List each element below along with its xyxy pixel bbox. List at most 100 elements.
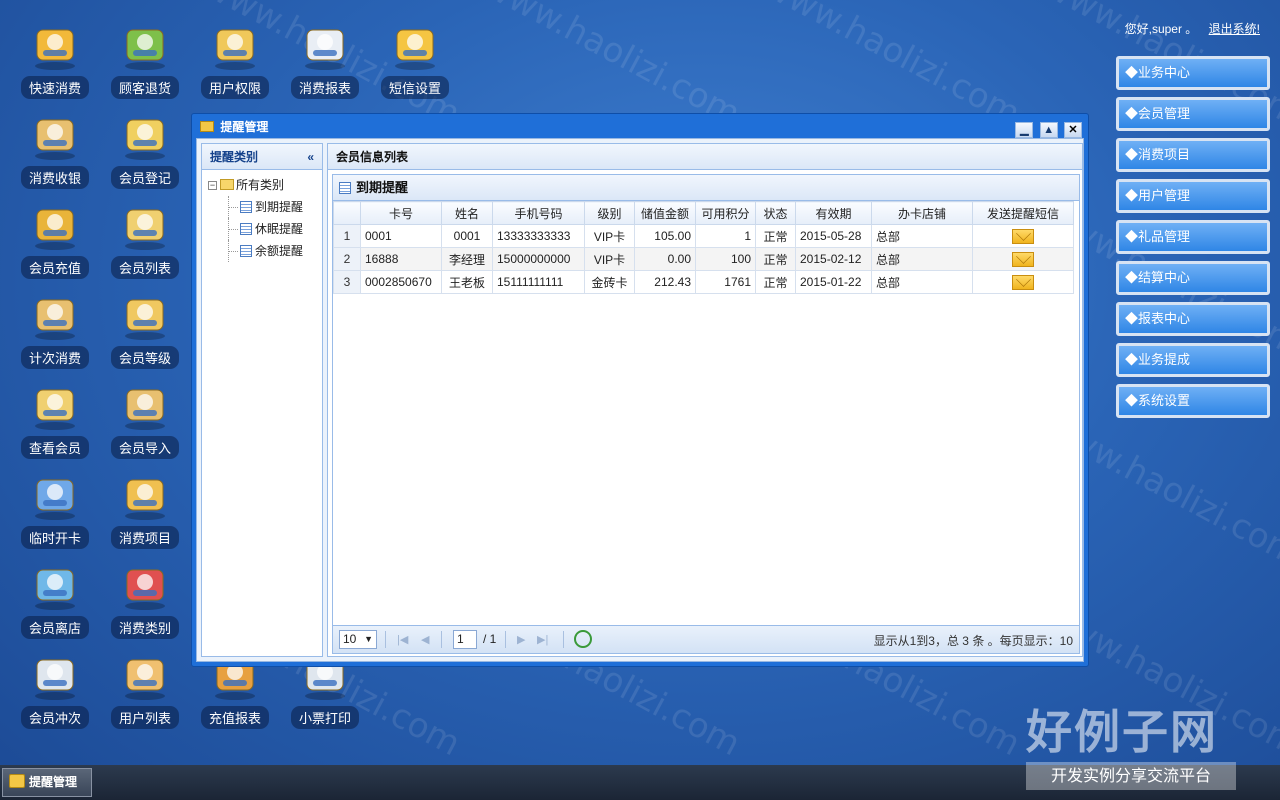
window-titlebar[interactable]: 提醒管理 ▁ ▲ ✕ xyxy=(196,116,1084,138)
cell-status: 正常 xyxy=(755,224,796,248)
maximize-button[interactable]: ▲ xyxy=(1039,122,1058,138)
col-expiry[interactable]: 有效期 xyxy=(795,201,872,225)
minimize-button[interactable]: ▁ xyxy=(1015,122,1034,138)
category-tree: − 所有类别 到期提醒 休眠提醒 余额提醒 xyxy=(202,170,322,266)
cell-expiry: 2015-02-12 xyxy=(795,247,872,271)
view-member-icon xyxy=(27,380,83,432)
row-number: 2 xyxy=(333,247,361,271)
desktop-icon-label: 计次消费 xyxy=(20,346,89,369)
desktop-icon-18[interactable]: 会员冲次 xyxy=(18,650,92,734)
desktop-icon-9[interactable]: 会员列表 xyxy=(108,200,182,284)
basket-icon xyxy=(117,470,173,522)
prev-page-icon[interactable]: ◀ xyxy=(421,633,429,646)
cell-card: 16888 xyxy=(360,247,442,271)
collapse-icon[interactable]: « xyxy=(307,144,314,170)
tree-item-label: 余额提醒 xyxy=(255,244,304,258)
menu-gift-management[interactable]: ◆礼品管理 xyxy=(1116,220,1270,254)
envelope-icon[interactable] xyxy=(1012,274,1034,290)
desktop-icon-13[interactable]: 会员导入 xyxy=(108,380,182,464)
table-row[interactable]: 1 0001 0001 13333333333 VIP卡 105.00 1 正常… xyxy=(333,224,1074,248)
desktop-icon-8[interactable]: 会员充值 xyxy=(18,200,92,284)
cell-send-sms xyxy=(972,270,1074,294)
menu-user-management[interactable]: ◆用户管理 xyxy=(1116,179,1270,213)
menu-system-settings[interactable]: ◆系统设置 xyxy=(1116,384,1270,418)
desktop-icon-15[interactable]: 消费项目 xyxy=(108,470,182,554)
col-send-sms[interactable]: 发送提醒短信 xyxy=(972,201,1074,225)
folder-icon xyxy=(220,179,234,190)
desktop-icon-4[interactable]: 消费报表 xyxy=(288,20,362,104)
col-status[interactable]: 状态 xyxy=(755,201,796,225)
desktop-icon-6[interactable]: 消费收银 xyxy=(18,110,92,194)
col-balance[interactable]: 储值金额 xyxy=(634,201,696,225)
tree-collapse-icon[interactable]: − xyxy=(208,181,217,190)
desktop-icon-17[interactable]: 消费类别 xyxy=(108,560,182,644)
refresh-icon[interactable] xyxy=(574,630,592,648)
desktop-icon-19[interactable]: 用户列表 xyxy=(108,650,182,734)
col-store[interactable]: 办卡店铺 xyxy=(871,201,973,225)
desktop-icon-2[interactable]: 顾客退货 xyxy=(108,20,182,104)
page-size-select[interactable]: 10 ▼ xyxy=(339,630,377,649)
cell-store: 总部 xyxy=(871,247,973,271)
grid-title: 到期提醒 xyxy=(356,180,409,195)
category-panel-header: 提醒类别 « xyxy=(202,144,322,170)
cell-card: 0001 xyxy=(360,224,442,248)
col-level[interactable]: 级别 xyxy=(584,201,635,225)
desktop-icon-5[interactable]: 短信设置 xyxy=(378,20,452,104)
table-row[interactable]: 2 16888 李经理 15000000000 VIP卡 0.00 100 正常… xyxy=(333,247,1074,271)
cell-expiry: 2015-05-28 xyxy=(795,224,872,248)
desktop-icon-11[interactable]: 会员等级 xyxy=(108,290,182,374)
desktop-icon-label: 顾客退货 xyxy=(110,76,179,99)
grid-doc-icon xyxy=(240,223,252,235)
pager-separator xyxy=(385,631,386,648)
category-tree-icon xyxy=(117,560,173,612)
col-points[interactable]: 可用积分 xyxy=(695,201,756,225)
cell-name: 王老板 xyxy=(441,270,493,294)
envelope-icon[interactable] xyxy=(1012,228,1034,244)
cell-level: VIP卡 xyxy=(584,247,635,271)
last-page-icon[interactable]: ▶| xyxy=(537,633,548,646)
tree-item-balance[interactable]: 余额提醒 xyxy=(208,240,316,262)
logout-link[interactable]: 退出系统! xyxy=(1209,22,1260,36)
cell-name: 李经理 xyxy=(441,247,493,271)
menu-business-center[interactable]: ◆业务中心 xyxy=(1116,56,1270,90)
menu-consume-items[interactable]: ◆消费项目 xyxy=(1116,138,1270,172)
menu-settlement-center[interactable]: ◆结算中心 xyxy=(1116,261,1270,295)
category-panel-title: 提醒类别 xyxy=(210,150,259,164)
first-page-icon[interactable]: |◀ xyxy=(397,633,408,646)
tree-root-label: 所有类别 xyxy=(236,178,285,192)
envelope-icon[interactable] xyxy=(1012,251,1034,267)
tree-root[interactable]: − 所有类别 xyxy=(208,174,316,196)
desktop-icon-12[interactable]: 查看会员 xyxy=(18,380,92,464)
desktop-icon-label: 查看会员 xyxy=(20,436,89,459)
table-header-row: 卡号 姓名 手机号码 级别 储值金额 可用积分 状态 有效期 办卡店铺 发送提醒… xyxy=(333,201,1074,225)
col-name[interactable]: 姓名 xyxy=(441,201,493,225)
desktop-icon-14[interactable]: 临时开卡 xyxy=(18,470,92,554)
table-row[interactable]: 3 0002850670 王老板 15111111111 金砖卡 212.43 … xyxy=(333,270,1074,294)
desktop-icon-label: 快速消费 xyxy=(20,76,89,99)
tree-item-dormant[interactable]: 休眠提醒 xyxy=(208,218,316,240)
tree-item-expiry[interactable]: 到期提醒 xyxy=(208,196,316,218)
category-panel: 提醒类别 « − 所有类别 到期提醒 休眠提醒 余额提醒 xyxy=(201,143,323,657)
chevron-down-icon: ▼ xyxy=(364,634,373,644)
taskbar-item-reminder[interactable]: 提醒管理 xyxy=(2,768,92,797)
col-card[interactable]: 卡号 xyxy=(360,201,442,225)
col-phone[interactable]: 手机号码 xyxy=(492,201,585,225)
desktop-icon-7[interactable]: 会员登记 xyxy=(108,110,182,194)
desktop-icon-16[interactable]: 会员离店 xyxy=(18,560,92,644)
cell-balance: 212.43 xyxy=(634,270,696,294)
site-logo-watermark: 好例子网 开发实例分享交流平台 xyxy=(1026,706,1236,790)
close-button[interactable]: ✕ xyxy=(1064,122,1082,138)
tree-item-label: 到期提醒 xyxy=(255,200,304,214)
member-list-title: 会员信息列表 xyxy=(336,150,409,164)
desktop-icon-3[interactable]: 用户权限 xyxy=(198,20,272,104)
desktop-icon-label: 充值报表 xyxy=(200,706,269,729)
grid-doc-icon xyxy=(240,245,252,257)
desktop-icon-10[interactable]: 计次消费 xyxy=(18,290,92,374)
menu-report-center[interactable]: ◆报表中心 xyxy=(1116,302,1270,336)
next-page-icon[interactable]: ▶ xyxy=(517,633,525,646)
page-number-input[interactable]: 1 xyxy=(453,630,477,649)
desktop-icon-1[interactable]: 快速消费 xyxy=(18,20,92,104)
menu-member-management[interactable]: ◆会员管理 xyxy=(1116,97,1270,131)
menu-commission[interactable]: ◆业务提成 xyxy=(1116,343,1270,377)
desktop-icon-label: 会员导入 xyxy=(110,436,179,459)
